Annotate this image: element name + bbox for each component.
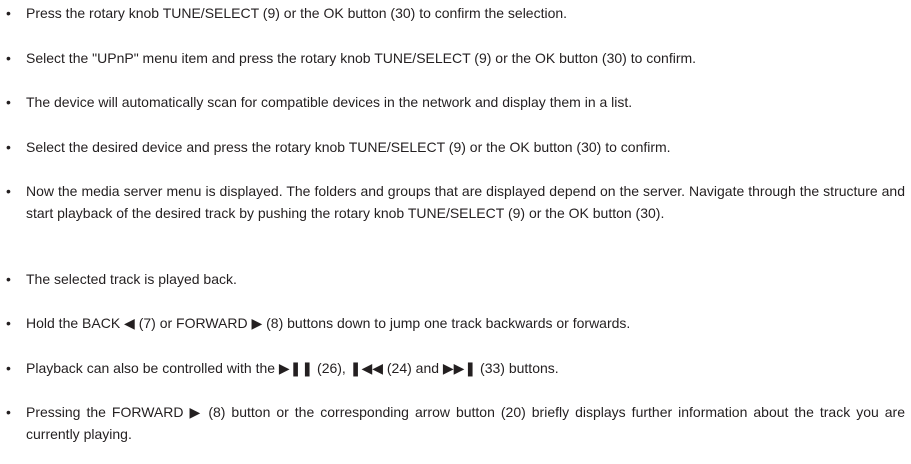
manual-page: • Press the rotary knob TUNE/SELECT (9) …: [0, 0, 911, 464]
bullet: •: [6, 360, 11, 376]
item-text: Hold the BACK ◀ (7) or FORWARD ▶ (8) but…: [26, 315, 631, 331]
list-item: • Pressing the FORWARD ▶ (8) button or t…: [0, 401, 905, 445]
item-text: Playback can also be controlled with the…: [26, 360, 559, 376]
list-item: • The device will automatically scan for…: [0, 91, 905, 113]
item-text: The device will automatically scan for c…: [26, 94, 633, 110]
list-item: • Hold the BACK ◀ (7) or FORWARD ▶ (8) b…: [0, 312, 905, 334]
bullet: •: [6, 139, 11, 155]
item-text: Now the media server menu is displayed. …: [26, 183, 905, 221]
item-text: The selected track is played back.: [26, 271, 237, 287]
list-item: • Playback can also be controlled with t…: [0, 357, 905, 379]
list-item: • Press the rotary knob TUNE/SELECT (9) …: [0, 2, 905, 24]
bullet: •: [6, 183, 11, 199]
list-item: • The selected track is played back.: [0, 268, 905, 290]
item-text: Select the "UPnP" menu item and press th…: [26, 50, 697, 66]
bullet: •: [6, 315, 11, 331]
bullet: •: [6, 5, 11, 21]
bullet: •: [6, 271, 11, 287]
list-item: • Select the "UPnP" menu item and press …: [0, 47, 905, 69]
bullet: •: [6, 50, 11, 66]
item-text: Select the desired device and press the …: [26, 139, 671, 155]
item-text: Press the rotary knob TUNE/SELECT (9) or…: [26, 5, 568, 21]
bullet: •: [6, 94, 11, 110]
list-item: • Now the media server menu is displayed…: [0, 180, 905, 224]
item-text: Pressing the FORWARD ▶ (8) button or the…: [26, 404, 905, 442]
list-item: • Select the desired device and press th…: [0, 136, 905, 158]
bullet: •: [6, 404, 11, 420]
